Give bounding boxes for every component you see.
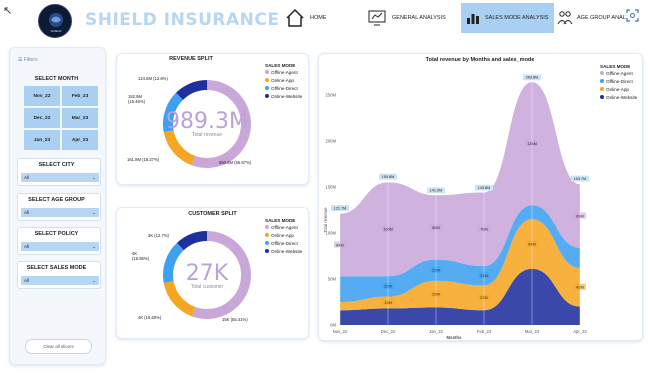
total-label: 263.8M <box>526 76 539 80</box>
select-policy-label: SELECT POLICY <box>34 231 79 237</box>
x-tick-label: Feb_23 <box>477 329 492 334</box>
chevron-down-icon: ⌄ <box>92 174 96 180</box>
legend-item[interactable]: Online-Website <box>265 92 302 100</box>
month-option[interactable]: Feb_23 <box>62 86 98 106</box>
legend-item[interactable]: Offline-Direct <box>265 239 302 247</box>
donut-data-label: 4K (15.86%) <box>132 251 149 261</box>
month-option[interactable]: Nov_22 <box>24 86 60 106</box>
sales-mode-dropdown-value: All <box>24 278 30 283</box>
people-icon <box>557 10 573 26</box>
x-tick-label: Dec_22 <box>381 329 396 334</box>
nav-label: GENERAL ANALYSIS <box>392 15 446 21</box>
total-label: 121.7M <box>334 206 347 210</box>
donut-data-label: 15K (55.41%) <box>222 317 248 322</box>
month-option[interactable]: Jan_23 <box>24 130 60 150</box>
svg-text:SHIELD: SHIELD <box>51 29 63 33</box>
y-tick-label: 250M <box>326 93 337 98</box>
brand-title: SHIELD INSURANCE <box>85 10 280 30</box>
total-label: 141.0M <box>430 189 443 193</box>
legend-item[interactable]: Online-App <box>265 76 302 84</box>
revenue-center-value: 989.3M <box>166 109 248 134</box>
y-tick-label: 0M <box>330 323 336 328</box>
chevron-down-icon: ⌄ <box>92 209 96 215</box>
filters-heading: ☰ Filters <box>18 57 38 63</box>
donut-data-label: 161.8M (16.27%) <box>127 157 160 162</box>
customer-split-title: CUSTOMER SPLIT <box>188 211 237 217</box>
month-option[interactable]: Apr_23 <box>62 130 98 150</box>
clear-all-slicers-button[interactable]: Clear all slicers <box>25 339 92 354</box>
x-tick-label: Jan_23 <box>429 329 443 334</box>
home-icon <box>285 8 305 28</box>
filter-icon: ☰ <box>18 57 23 63</box>
legend-item[interactable]: Offline-Direct <box>265 84 302 92</box>
customer-center-value: 27K <box>185 261 229 286</box>
total-label: 155.8M <box>382 175 395 179</box>
donut-data-label: 152.9M (15.46%) <box>128 94 145 104</box>
x-tick-label: Apr_23 <box>573 329 587 334</box>
customer-center-label: Total customer <box>190 284 224 290</box>
legend-item[interactable]: Offline-Agent <box>265 68 302 76</box>
nav-label: SALES MODE ANALYSIS <box>485 15 549 21</box>
total-label: 153.7M <box>574 177 587 181</box>
legend-item[interactable]: Online-App <box>265 231 302 239</box>
y-tick-label: 200M <box>326 139 337 144</box>
nav-age-group-analysis-button[interactable]: AGE GROUP ANALYSIS <box>557 3 638 33</box>
legend-item[interactable]: Online-Website <box>265 247 302 255</box>
select-month-label: SELECT MONTH <box>34 76 79 82</box>
total-label: 143.8M <box>478 186 491 190</box>
y-tick-label: 150M <box>326 185 337 190</box>
y-tick-label: 50M <box>328 277 337 282</box>
chevron-down-icon: ⌄ <box>92 277 96 283</box>
focus-icon[interactable] <box>626 9 639 22</box>
select-age-group-label: SELECT AGE GROUP <box>28 197 85 203</box>
customer-legend: SALES MODE Offline-Agent Online-App Offl… <box>265 218 302 255</box>
sales-mode-dropdown[interactable]: All ⌄ <box>21 276 99 285</box>
donut-data-label: 3K (12.7%) <box>148 233 169 238</box>
bar-chart-icon <box>465 10 481 26</box>
x-tick-label: Mar_23 <box>525 329 540 334</box>
chevron-down-icon: ⌄ <box>92 243 96 249</box>
revenue-center-label: Total revenue <box>191 132 223 138</box>
revenue-split-title: REVENUE SPLIT <box>169 56 213 62</box>
nav-general-analysis-button[interactable]: GENERAL ANALYSIS <box>368 3 448 33</box>
select-sales-mode-label: SELECT SALES MODE <box>26 265 87 271</box>
month-slicer: Nov_22 Feb_23 Dec_22 Mar_23 Jan_23 Apr_2… <box>24 86 98 150</box>
nav-sales-mode-analysis-button[interactable]: SALES MODE ANALYSIS <box>461 3 554 33</box>
nav-label: HOME <box>310 15 327 21</box>
donut-data-label: 4K (16.60%) <box>138 315 162 320</box>
stacked-area-chart: 0M50M100M150M200M250M13M29M27M54M42M22M2… <box>323 72 589 340</box>
legend-item[interactable]: Offline-Agent <box>265 223 302 231</box>
policy-dropdown-value: All <box>24 244 30 249</box>
donut-data-label: 550.8M (55.67%) <box>219 160 252 165</box>
y-axis-label: Total revenue <box>323 207 328 233</box>
back-icon[interactable]: ↖ <box>3 4 12 17</box>
city-dropdown[interactable]: All ⌄ <box>21 173 99 182</box>
x-axis-label: Months <box>447 335 463 340</box>
policy-dropdown[interactable]: All ⌄ <box>21 242 99 251</box>
month-option[interactable]: Mar_23 <box>62 108 98 128</box>
month-option[interactable]: Dec_22 <box>24 108 60 128</box>
monitor-analysis-icon <box>368 9 386 27</box>
city-dropdown-value: All <box>24 175 30 180</box>
donut-data-label: 124.6M (12.6%) <box>138 76 168 81</box>
company-logo: SHIELD <box>38 4 72 38</box>
nav-home-button[interactable]: HOME <box>285 3 333 33</box>
age-group-dropdown[interactable]: All ⌄ <box>21 208 99 217</box>
revenue-legend: SALES MODE Offline-Agent Online-App Offl… <box>265 63 302 100</box>
age-group-dropdown-value: All <box>24 210 30 215</box>
select-city-label: SELECT CITY <box>38 162 75 168</box>
x-tick-label: Nov_22 <box>333 329 348 334</box>
